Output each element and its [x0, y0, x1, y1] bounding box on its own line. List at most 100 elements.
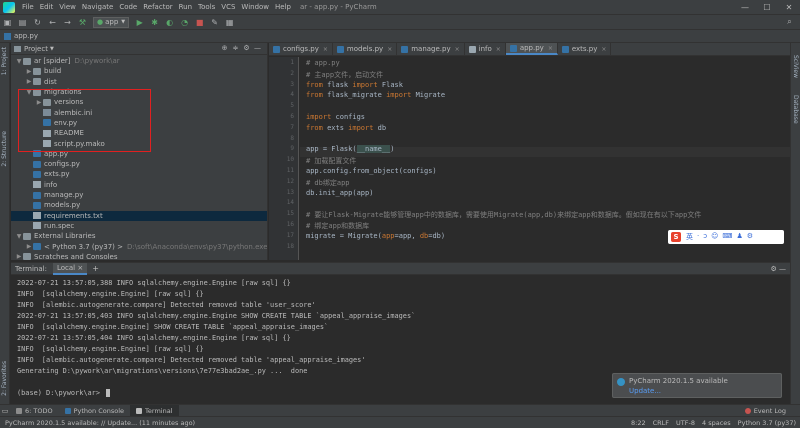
ime-toolbar[interactable]: S 英 · ↄ ☺ ⌨ ♟ ⚙ [668, 230, 784, 244]
save-icon[interactable]: ▤ [16, 16, 29, 29]
sciview-tool-tab[interactable]: SciView [792, 55, 799, 78]
close-icon[interactable]: × [387, 46, 392, 53]
tree-item[interactable]: exts.py [11, 169, 267, 179]
favorites-tool-tab[interactable]: 2: Favorites [1, 361, 8, 396]
tree-item[interactable]: manage.py [11, 190, 267, 200]
minimize-button[interactable]: — [734, 0, 756, 15]
menu-run[interactable]: Run [176, 3, 195, 11]
menu-help[interactable]: Help [272, 3, 294, 11]
tab-local[interactable]: Local × [52, 262, 88, 275]
sogou-logo-icon: S [671, 232, 681, 242]
expand-arrow-icon[interactable]: ▶ [25, 68, 33, 75]
line-number: 17 [286, 231, 294, 239]
close-icon[interactable]: × [496, 46, 501, 53]
status-item[interactable]: CRLF [653, 419, 669, 427]
status-item[interactable]: Python 3.7 (py37) [738, 419, 796, 427]
expand-arrow-icon[interactable]: ▶ [15, 253, 23, 260]
bottom-tab-terminal[interactable]: Terminal [130, 404, 179, 417]
project-tool-tab[interactable]: 1: Project [1, 47, 8, 75]
ime-item-icon[interactable]: 英 [686, 232, 693, 242]
structure-icon[interactable]: ▦ [223, 16, 236, 29]
project-panel-header: Project ▼ ⊕ ≑ ⚙ — [11, 43, 267, 55]
ime-item-icon[interactable]: ↄ [703, 232, 707, 242]
menu-tools[interactable]: Tools [195, 3, 218, 11]
close-icon[interactable]: × [601, 46, 606, 53]
ime-item-icon[interactable]: ⚙ [747, 232, 753, 242]
forward-icon[interactable]: → [61, 16, 74, 29]
menu-edit[interactable]: Edit [37, 3, 57, 11]
ime-item-icon[interactable]: ⌨ [722, 232, 732, 242]
tab-models-py[interactable]: models.py × [333, 43, 398, 55]
menu-navigate[interactable]: Navigate [79, 3, 116, 11]
tree-item[interactable]: ▶ build [11, 66, 267, 76]
menu-refactor[interactable]: Refactor [140, 3, 175, 11]
open-folder-icon[interactable]: ▣ [1, 16, 14, 29]
ime-item-icon[interactable]: ♟ [737, 232, 743, 242]
tree-item[interactable]: ▶ Scratches and Consoles [11, 252, 267, 260]
search-everywhere-icon[interactable]: ⌕ [783, 16, 796, 29]
close-icon[interactable]: × [323, 46, 328, 53]
status-item[interactable]: 8:22 [631, 419, 646, 427]
new-terminal-button[interactable]: + [92, 264, 99, 273]
tree-item[interactable]: ▼ External Libraries [11, 231, 267, 241]
tab-manage-py[interactable]: manage.py × [397, 43, 465, 55]
status-item[interactable]: 4 spaces [702, 419, 731, 427]
layout-icon[interactable]: ▭ [0, 407, 10, 415]
tree-item[interactable]: ▶ dist [11, 77, 267, 87]
back-icon[interactable]: ← [46, 16, 59, 29]
menu-file[interactable]: File [19, 3, 37, 11]
tab-info[interactable]: info × [465, 43, 506, 55]
gear-icon[interactable]: ⚙ — [770, 265, 786, 273]
tree-item[interactable]: ▶ < Python 3.7 (py37) > D:\soft\Anaconda\e… [11, 241, 267, 251]
sync-icon[interactable]: ↻ [31, 16, 44, 29]
database-tool-tab[interactable]: Database [792, 95, 799, 124]
close-button[interactable]: ✕ [778, 0, 800, 15]
tab-exts-py[interactable]: exts.py × [558, 43, 612, 55]
debug-icon[interactable]: ✱ [148, 16, 161, 29]
collapse-all-icon[interactable]: ≑ [230, 44, 241, 52]
project-view-select[interactable]: Project [24, 45, 48, 53]
tree-item[interactable]: requirements.txt [11, 210, 267, 221]
run-icon[interactable]: ▶ [133, 16, 146, 29]
gear-icon[interactable]: ⚙ [241, 44, 252, 52]
close-icon[interactable]: × [77, 264, 83, 272]
maximize-button[interactable]: ☐ [756, 0, 778, 15]
breadcrumb[interactable]: app.py [14, 32, 38, 40]
tab-app-py[interactable]: app.py × [505, 43, 558, 55]
stop-icon[interactable]: ■ [193, 16, 206, 29]
line-number: 2 [290, 69, 294, 77]
close-icon[interactable]: × [455, 46, 460, 53]
structure-tool-tab[interactable]: 2: Structure [1, 131, 8, 167]
expand-arrow-icon[interactable]: ▶ [25, 78, 33, 85]
tree-item[interactable]: run.spec [11, 221, 267, 231]
status-message[interactable]: PyCharm 2020.1.5 available: // Update...… [5, 419, 195, 427]
expand-arrow-icon[interactable]: ▼ [15, 233, 23, 240]
menu-vcs[interactable]: VCS [218, 3, 238, 11]
tree-item[interactable]: models.py [11, 200, 267, 210]
menu-view[interactable]: View [56, 3, 79, 11]
menu-window[interactable]: Window [238, 3, 272, 11]
ime-item-icon[interactable]: · [697, 232, 699, 242]
locate-icon[interactable]: ⊕ [219, 44, 230, 52]
wrench-icon[interactable]: ✎ [208, 16, 221, 29]
expand-arrow-icon[interactable]: ▶ [25, 243, 33, 250]
profile-icon[interactable]: ◔ [178, 16, 191, 29]
tree-item[interactable]: configs.py [11, 159, 267, 169]
tab-configs-py[interactable]: configs.py × [269, 43, 333, 55]
tree-item[interactable]: info [11, 180, 267, 190]
tree-item[interactable]: ▼ ar [spider] D:\pywork\ar [11, 56, 267, 66]
expand-arrow-icon[interactable]: ▼ [15, 58, 23, 65]
bottom-tab-python-console[interactable]: Python Console [59, 405, 130, 417]
status-item[interactable]: UTF-8 [676, 419, 695, 427]
coverage-icon[interactable]: ◐ [163, 16, 176, 29]
main-toolbar: ▣ ▤ ↻ ← → ⚒ ● app ▼ ▶ ✱ ◐ ◔ ■ ✎ ▦ ⌕ [0, 15, 800, 30]
build-icon[interactable]: ⚒ [76, 16, 89, 29]
update-link[interactable]: Update... [629, 387, 777, 395]
close-icon[interactable]: × [548, 45, 553, 52]
menu-code[interactable]: Code [116, 3, 140, 11]
line-number: 12 [286, 177, 294, 185]
ime-item-icon[interactable]: ☺ [711, 232, 718, 242]
bottom-tab-6-todo[interactable]: 6: TODO [10, 405, 59, 417]
hide-icon[interactable]: — [252, 44, 263, 52]
run-config-select[interactable]: ● app ▼ [93, 16, 130, 28]
